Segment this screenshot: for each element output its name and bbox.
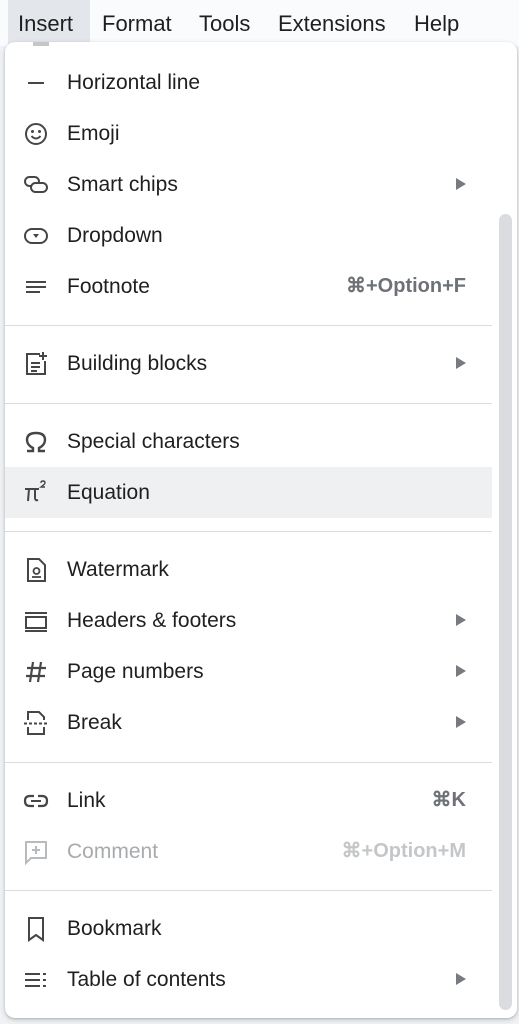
menu-item-page-numbers[interactable]: Page numbers (5, 646, 492, 697)
shortcut-label: ⌘K (431, 789, 466, 811)
menu-item-label: Special characters (67, 430, 240, 453)
menu-item-horizontal-line[interactable]: Horizontal line (5, 57, 492, 108)
bookmark-icon (21, 914, 51, 944)
menu-item-footnote[interactable]: Footnote ⌘+Option+F (5, 261, 492, 312)
menu-item-label: Horizontal line (67, 71, 201, 94)
smart-chips-icon (21, 170, 51, 200)
shortcut-label: ⌘+Option+F (346, 275, 466, 297)
menu-item-label: Equation (67, 481, 150, 504)
footnote-icon (21, 272, 51, 302)
menu-item-label: Watermark (67, 558, 169, 581)
submenu-arrow-icon (456, 178, 466, 190)
menu-item-bookmark[interactable]: Bookmark (5, 903, 492, 954)
menu-bar: Insert Format Tools Extensions Help (0, 0, 519, 46)
menu-item-label: Page numbers (67, 660, 204, 683)
emoji-icon (21, 119, 51, 149)
menu-scrollbar-thumb[interactable] (499, 214, 512, 1010)
horizontal-line-icon (21, 68, 51, 98)
menu-item-label: Table of contents (67, 968, 226, 991)
menu-item-label: Dropdown (67, 224, 163, 247)
submenu-arrow-icon (456, 973, 466, 985)
break-icon (21, 708, 51, 738)
submenu-arrow-icon (456, 614, 466, 626)
scrolled-item-edge (33, 42, 49, 46)
menu-item-table-of-contents[interactable]: Table of contents (5, 954, 492, 1005)
menu-item-label: Footnote (67, 275, 150, 298)
menu-item-dropdown[interactable]: Dropdown (5, 210, 492, 261)
menu-item-smart-chips[interactable]: Smart chips (5, 159, 492, 210)
submenu-arrow-icon (456, 357, 466, 369)
menu-item-label: Link (67, 789, 106, 812)
menu-item-label: Bookmark (67, 917, 162, 940)
menu-item-break[interactable]: Break (5, 697, 492, 748)
menu-item-label: Smart chips (67, 173, 178, 196)
menu-item-headers-footers[interactable]: Headers & footers (5, 595, 492, 646)
menu-divider (5, 325, 492, 326)
shortcut-label: ⌘+Option+M (341, 840, 466, 862)
headers-footers-icon (21, 606, 51, 636)
menu-item-building-blocks[interactable]: Building blocks (5, 338, 492, 389)
menu-extensions[interactable]: Extensions (278, 0, 386, 46)
pi-squared-icon (21, 478, 51, 508)
menu-help[interactable]: Help (414, 0, 459, 46)
menu-insert[interactable]: Insert (8, 0, 90, 46)
menu-divider (5, 531, 492, 532)
submenu-arrow-icon (456, 665, 466, 677)
add-comment-icon (21, 837, 51, 867)
dropdown-icon (21, 221, 51, 251)
menu-item-comment[interactable]: Comment ⌘+Option+M (5, 826, 492, 877)
watermark-icon (21, 555, 51, 585)
menu-item-equation[interactable]: Equation (5, 467, 492, 518)
link-icon (21, 786, 51, 816)
hash-icon (21, 657, 51, 687)
menu-item-label: Headers & footers (67, 609, 237, 632)
menu-item-label: Building blocks (67, 352, 208, 375)
menu-format[interactable]: Format (102, 0, 172, 46)
menu-item-link[interactable]: Link ⌘K (5, 775, 492, 826)
submenu-arrow-icon (456, 716, 466, 728)
insert-dropdown-menu: Horizontal line Emoji Smart chips Dropdo… (5, 42, 517, 1018)
menu-item-watermark[interactable]: Watermark (5, 544, 492, 595)
menu-divider (5, 890, 492, 891)
menu-divider (5, 762, 492, 763)
menu-item-label: Emoji (67, 122, 120, 145)
menu-tools[interactable]: Tools (199, 0, 250, 46)
omega-icon (21, 427, 51, 457)
building-blocks-icon (21, 349, 51, 379)
menu-item-special-characters[interactable]: Special characters (5, 416, 492, 467)
menu-item-emoji[interactable]: Emoji (5, 108, 492, 159)
menu-divider (5, 403, 492, 404)
menu-item-label: Break (67, 711, 122, 734)
menu-item-label: Comment (67, 840, 159, 863)
table-of-contents-icon (21, 965, 51, 995)
